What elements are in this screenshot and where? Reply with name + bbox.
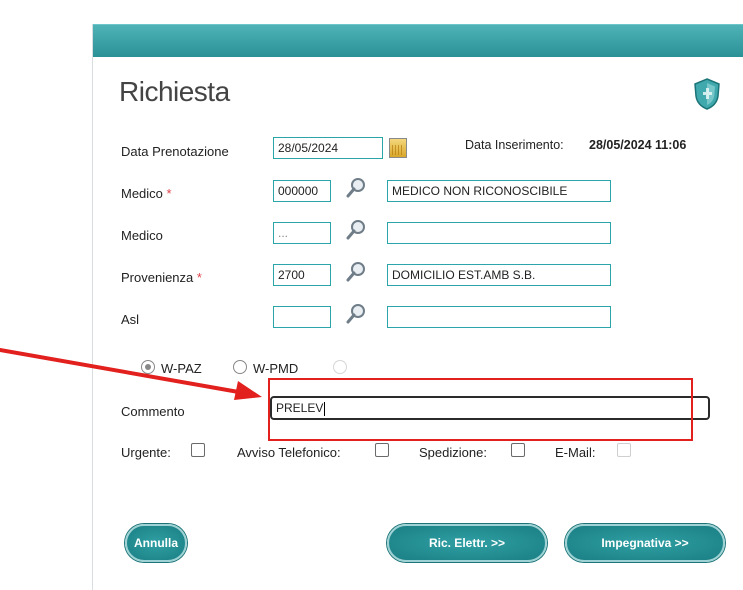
page-title: Richiesta [119,76,230,107]
magnifier-icon[interactable] [345,177,367,199]
medico2-label: Medico [121,228,163,243]
data-inserimento-value: 28/05/2024 11:06 [589,138,687,152]
provenienza-description-input[interactable]: DOMICILIO EST.AMB S.B. [387,264,611,286]
text-caret [324,401,326,416]
commento-input[interactable]: PRELEV [270,396,710,420]
commento-value: PRELEV [276,401,324,415]
medico-label: Medico * [121,186,172,201]
magnifier-icon[interactable] [345,303,367,325]
magnifier-icon[interactable] [345,261,367,283]
calendar-icon[interactable] [389,138,407,158]
radio-disabled [333,360,347,374]
spedizione-label: Spedizione: [419,445,487,460]
data-inserimento-label: Data Inserimento: [465,138,564,152]
medico-code-input[interactable]: 000000 [273,180,331,202]
spedizione-checkbox[interactable] [511,443,525,457]
urgente-checkbox[interactable] [191,443,205,457]
richiesta-panel: Richiesta Data Prenotazione 28/05/2024 D… [92,24,743,590]
urgente-label: Urgente: [121,445,171,460]
asl-label: Asl [121,312,140,327]
data-prenotazione-label: Data Prenotazione [121,144,229,159]
magnifier-icon[interactable] [345,219,367,241]
impegnativa-button[interactable]: Impegnativa >> [565,524,725,562]
email-checkbox [617,443,631,457]
radio-w-paz-label: W-PAZ [161,361,202,376]
required-asterisk: * [166,186,172,201]
required-asterisk: * [196,270,202,285]
medico2-description-input[interactable] [387,222,611,244]
commento-label: Commento [121,404,185,419]
avviso-label: Avviso Telefonico: [237,445,341,460]
medico2-code-input[interactable]: ... [273,222,331,244]
medico-label-text: Medico [121,186,163,201]
annulla-button[interactable]: Annulla [125,524,187,562]
avviso-checkbox[interactable] [375,443,389,457]
ric-elettr-button[interactable]: Ric. Elettr. >> [387,524,547,562]
email-label: E-Mail: [555,445,596,460]
asl-description-input[interactable] [387,306,611,328]
asl-code-input[interactable] [273,306,331,328]
medico-description-input[interactable]: MEDICO NON RICONOSCIBILE [387,180,611,202]
provenienza-label: Provenienza * [121,270,202,285]
radio-w-paz[interactable] [141,360,155,374]
shield-icon [694,78,720,110]
radio-w-pmd[interactable] [233,360,247,374]
provenienza-label-text: Provenienza [121,270,194,285]
header-bar [93,24,743,57]
data-prenotazione-input[interactable]: 28/05/2024 [273,137,383,159]
radio-w-pmd-label: W-PMD [253,361,299,376]
provenienza-code-input[interactable]: 2700 [273,264,331,286]
